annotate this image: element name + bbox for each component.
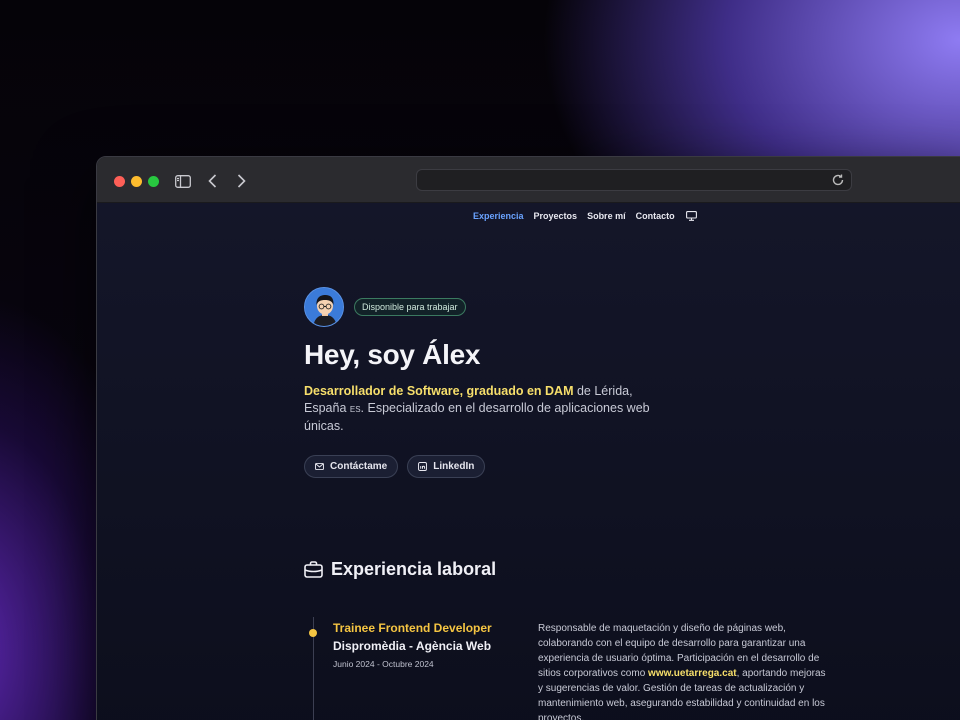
uetarrega-link[interactable]: www.uetarrega.cat <box>648 668 737 679</box>
nav-item-sobre-mi[interactable]: Sobre mí <box>587 211 626 221</box>
monitor-icon[interactable] <box>685 211 697 221</box>
address-bar[interactable] <box>416 169 852 191</box>
job-description: Responsable de maquetación y diseño de p… <box>538 621 828 720</box>
nav-item-experiencia[interactable]: Experiencia <box>473 211 524 221</box>
page-title: Hey, soy Álex <box>304 339 481 370</box>
availability-badge: Disponible para trabajar <box>354 298 466 316</box>
experience-title-text: Experiencia laboral <box>331 559 497 579</box>
avatar <box>304 287 344 327</box>
page-content: Experiencia Proyectos Sobre mí Contacto <box>97 203 960 720</box>
timeline-dot <box>309 629 317 637</box>
nav-item-contacto[interactable]: Contacto <box>636 211 675 221</box>
hero-highlight: Desarrollador de Software, graduado en D… <box>304 384 574 398</box>
mail-icon <box>315 462 324 471</box>
minimize-window-button[interactable] <box>131 176 142 187</box>
contact-button-label: Contáctame <box>330 461 388 472</box>
sidebar-toggle-icon[interactable] <box>173 171 193 191</box>
forward-arrow-icon[interactable] <box>231 171 251 191</box>
contact-button[interactable]: Contáctame <box>304 455 399 478</box>
linkedin-button-label: LinkedIn <box>433 461 475 472</box>
browser-titlebar <box>97 157 960 203</box>
job-role: Trainee Frontend Developer <box>333 621 492 635</box>
job-entry: Trainee Frontend Developer Dispromèdia -… <box>333 621 533 669</box>
nav-item-proyectos[interactable]: Proyectos <box>534 211 578 221</box>
top-nav: Experiencia Proyectos Sobre mí Contacto <box>473 211 697 221</box>
hero-description: Desarrollador de Software, graduado en D… <box>304 383 664 435</box>
browser-window: Experiencia Proyectos Sobre mí Contacto <box>96 156 960 720</box>
briefcase-icon <box>304 561 323 578</box>
back-arrow-icon[interactable] <box>202 171 222 191</box>
job-company: Dispromèdia - Agència Web <box>333 639 492 653</box>
experience-section-title: Experiencia laboral <box>304 559 496 580</box>
hero-section: Disponible para trabajar Hey, soy Álex D… <box>304 287 684 478</box>
job-dates: Junio 2024 - Octubre 2024 <box>333 659 434 669</box>
flag-es: ES <box>349 405 361 414</box>
linkedin-icon <box>418 462 428 471</box>
maximize-window-button[interactable] <box>148 176 159 187</box>
reload-icon[interactable] <box>831 173 845 187</box>
linkedin-button[interactable]: LinkedIn <box>407 455 486 478</box>
close-window-button[interactable] <box>114 176 125 187</box>
